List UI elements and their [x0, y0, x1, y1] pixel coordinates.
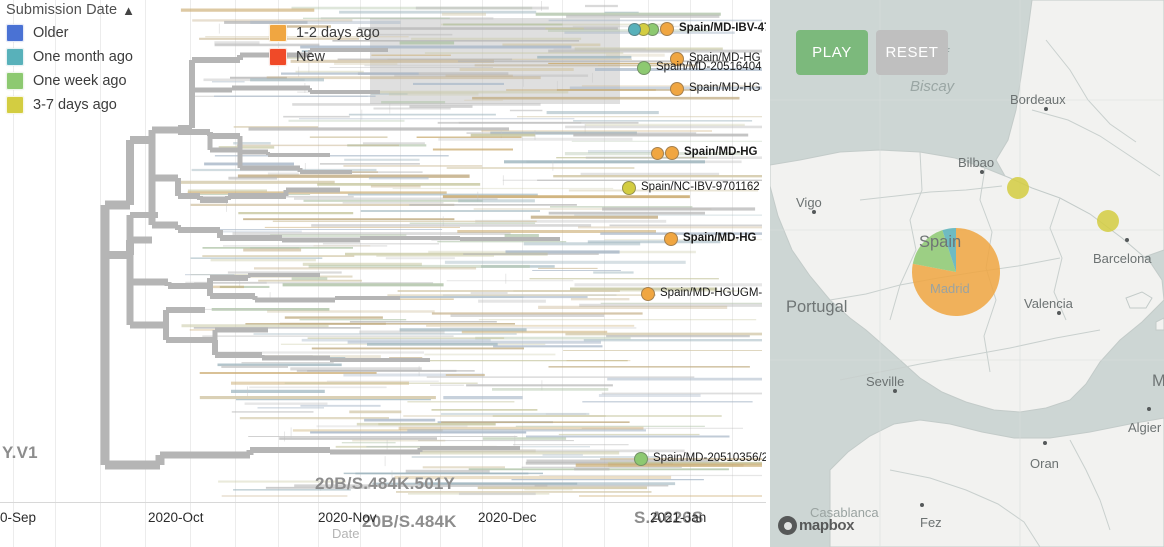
map-place-label: Vigo — [796, 195, 822, 210]
mapbox-logo-icon — [778, 516, 797, 535]
legend-item[interactable]: One month ago — [6, 45, 133, 69]
tree-tip-marker[interactable] — [664, 232, 678, 246]
map-place-dot — [1147, 407, 1151, 411]
axis-tick-label: 2020-Dec — [478, 510, 537, 525]
map-place-dot — [1057, 311, 1061, 315]
legend-item-label: One month ago — [33, 49, 133, 65]
tree-tip-marker[interactable] — [660, 22, 674, 36]
map-deme-marker[interactable] — [1007, 177, 1029, 199]
reset-button[interactable]: RESET — [876, 30, 948, 75]
axis-tick-label: 2021-Jan — [650, 510, 707, 525]
mapbox-attribution[interactable]: mapbox — [778, 516, 855, 535]
map-place-label: Valencia — [1024, 296, 1073, 311]
legend-title-text: Submission Date — [6, 2, 118, 18]
nextstrain-app: Submission Date ▲ Older One month ago One … — [0, 0, 1164, 547]
axis-tick-label: 2020-Nov — [318, 510, 377, 525]
map-place-label: Barcelona — [1093, 251, 1152, 266]
map-place-dot — [1043, 441, 1047, 445]
map-place-label: M — [1152, 372, 1164, 390]
legend-item[interactable]: Older — [6, 21, 133, 45]
legend-item-label: New — [295, 49, 325, 65]
tree-tip-marker[interactable] — [634, 452, 648, 466]
legend-column-2: 1-2 days ago New — [268, 21, 380, 117]
tree-tip-marker[interactable] — [651, 146, 664, 160]
tree-tip-label[interactable]: Spain/MD-HG — [684, 146, 757, 159]
chevron-up-icon[interactable]: ▲ — [122, 3, 135, 18]
map-place-label: Algier — [1128, 420, 1162, 435]
map-place-label: Bilbao — [958, 155, 995, 170]
clade-label: 20B/S.484K.501Y — [315, 474, 456, 493]
tree-tip-marker[interactable] — [622, 181, 636, 195]
tree-tip-marker[interactable] — [641, 287, 655, 301]
tree-tip-marker[interactable] — [670, 82, 684, 96]
legend-color-swatch — [6, 96, 24, 114]
map-deme-marker[interactable] — [1097, 210, 1119, 232]
clade-label: Y.V1 — [2, 443, 38, 462]
legend-color-swatch — [268, 48, 287, 66]
phylogenetic-tree-panel[interactable]: Submission Date ▲ Older One month ago One … — [0, 0, 766, 547]
legend-column-1: Older One month ago One week ago 3-7 days a… — [6, 21, 133, 117]
legend-color-swatch — [6, 48, 24, 66]
map-place-dot — [1125, 238, 1129, 242]
tree-tip-marker[interactable] — [637, 61, 651, 75]
map-place-dot — [980, 170, 984, 174]
legend[interactable]: Submission Date ▲ Older One month ago One … — [6, 2, 380, 117]
map-place-dot — [893, 389, 897, 393]
tree-tip-label[interactable]: Spain/MD-HG — [683, 232, 756, 245]
legend-item-label: One week ago — [33, 73, 127, 89]
axis-tick-label: 2020-Oct — [148, 510, 204, 525]
map-place-label: Oran — [1030, 456, 1059, 471]
play-button[interactable]: PLAY — [796, 30, 868, 75]
tree-tip-label[interactable]: Spain/MD-HGUGM- — [660, 287, 762, 300]
tree-tip-label[interactable]: Spain/MD-HG — [689, 82, 761, 95]
map-place-label: Portugal — [786, 298, 848, 316]
tree-tip-marker[interactable] — [628, 22, 641, 36]
legend-item[interactable]: New — [268, 45, 380, 69]
legend-item-label: 1-2 days ago — [295, 25, 380, 41]
map-place-dot — [1044, 107, 1048, 111]
legend-item[interactable]: 1-2 days ago — [268, 21, 380, 45]
tree-tip-label[interactable]: Spain/NC-IBV-9701162 — [641, 181, 760, 194]
tree-tip-marker[interactable] — [665, 146, 679, 160]
legend-item[interactable]: One week ago — [6, 69, 133, 93]
legend-item-label: 3-7 days ago — [33, 97, 117, 113]
map-place-label: Seville — [866, 374, 905, 389]
legend-color-swatch — [6, 24, 24, 42]
axis-title: Date — [332, 526, 360, 541]
tree-tip-label[interactable]: Spain/MD-IBV-47402226 — [679, 22, 766, 35]
tree-tip-label[interactable]: Spain/MD-20510356/2 — [653, 452, 766, 465]
map-place-label: Fez — [920, 515, 942, 530]
map-place-label: Madrid — [930, 281, 970, 296]
tree-tip-label[interactable]: Spain/MD-20516404 — [656, 61, 762, 74]
map-place-label: Bordeaux — [1010, 92, 1066, 107]
tree-x-axis — [0, 502, 766, 503]
geographic-map-panel[interactable]: PLAY RESET Bordeaux Bilbao Vigo Barcelona Va… — [770, 0, 1164, 547]
map-place-label: Spain — [919, 233, 962, 251]
map-landmass — [770, 0, 1164, 547]
legend-color-swatch — [268, 24, 287, 42]
mapbox-attribution-text: mapbox — [799, 517, 855, 534]
legend-color-swatch — [6, 72, 24, 90]
map-water-label: Biscay — [910, 78, 955, 95]
legend-title[interactable]: Submission Date ▲ — [6, 2, 380, 18]
map-place-dot — [920, 503, 924, 507]
legend-item[interactable]: 3-7 days ago — [6, 93, 133, 117]
map-place-dot — [812, 210, 816, 214]
legend-item-label: Older — [33, 25, 69, 41]
axis-tick-label: 0-Sep — [0, 510, 37, 525]
